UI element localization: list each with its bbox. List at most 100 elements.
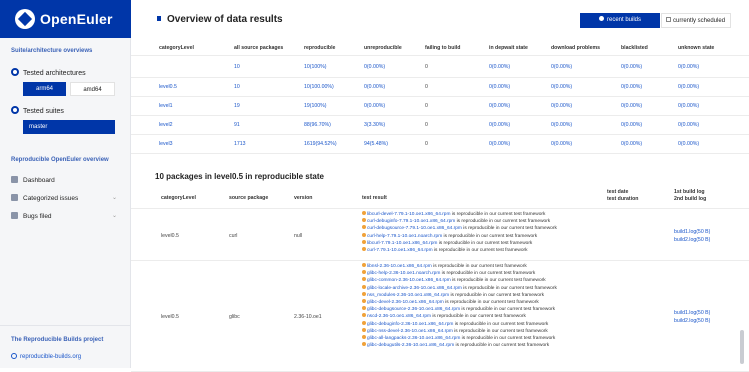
package-file-link[interactable]: curl-debuginfo-7.79.1-10.oe1.x86_64.rpm (367, 219, 455, 224)
table-cell[interactable]: 0(0.00%) (678, 103, 699, 109)
package-file-icon (362, 246, 366, 251)
test-result-item: curl-7.79.1-10.oe1.x86_64.rpm is reprodu… (362, 246, 557, 254)
table-cell[interactable]: 91 (234, 122, 240, 128)
arch-button-amd64[interactable]: amd64 (70, 82, 115, 96)
tab-currently-scheduled[interactable]: currently scheduled (661, 13, 731, 28)
radio-icon (11, 68, 19, 76)
package-file-icon (362, 298, 366, 303)
nav-item-bugs-filed[interactable]: Bugs filed ⌄ (11, 212, 126, 220)
table-cell[interactable]: 0(0.00%) (551, 141, 572, 147)
table-cell[interactable]: 0(0.00%) (489, 141, 510, 147)
tab-recent-builds[interactable]: recent builds (580, 13, 660, 28)
packages-title: 10 packages in level0.5 in reproducible … (155, 172, 324, 181)
test-result-item: libcurl-7.79.1-10.oe1.x86_64.rpm is repr… (362, 239, 557, 247)
table-cell[interactable]: 10(100.00%) (304, 84, 334, 90)
package-file-link[interactable]: libnsl-2.36-10.oe1.x86_64.rpm (367, 264, 432, 269)
table-cell[interactable]: 0(0.00%) (551, 103, 572, 109)
table-cell[interactable]: 0(0.00%) (621, 84, 642, 90)
table-cell[interactable]: 0(0.00%) (551, 122, 572, 128)
reproducible-status-text: is reproducible in our current test fram… (442, 233, 538, 239)
table-cell[interactable]: 88(96.70%) (304, 122, 331, 128)
table-cell[interactable]: 0(0.00%) (364, 103, 385, 109)
build2-log-link[interactable]: build2.log(50 B) (674, 237, 710, 243)
footer-link[interactable]: reproducible-builds.org (11, 353, 81, 360)
reproducible-status-text: is reproducible in our current test fram… (453, 321, 549, 327)
category-level-cell[interactable]: level1 (159, 103, 173, 109)
package-file-link[interactable]: nss_modules-2.36-10.oe1.x86_64.rpm (367, 293, 449, 298)
package-file-icon (362, 225, 366, 230)
table-cell[interactable]: 0(0.00%) (621, 141, 642, 147)
package-file-link[interactable]: glibc-debuginfo-2.36-10.oe1.x86_64.rpm (367, 322, 453, 327)
reproducible-status-text: is reproducible in our current test fram… (437, 240, 533, 246)
column-header: version (294, 195, 313, 201)
table-cell[interactable]: 1713 (234, 141, 246, 147)
table-cell[interactable]: 0(0.00%) (621, 103, 642, 109)
package-file-link[interactable]: glibc-locale-archive-2.36-10.oe1.x86_64.… (367, 286, 462, 291)
package-file-icon (362, 239, 366, 244)
package-file-link[interactable]: glibc-debugutils-2.36-10.oe1.x86_64.rpm (367, 343, 454, 348)
package-file-link[interactable]: glibc-devel-2.36-10.oe1.x86_64.rpm (367, 300, 444, 305)
nav-item-dashboard[interactable]: Dashboard (11, 176, 126, 184)
test-result-item: glibc-debugutils-2.36-10.oe1.x86_64.rpm … (362, 342, 557, 349)
table-cell[interactable]: 0(0.00%) (489, 103, 510, 109)
reproducible-status-text: is reproducible in our current test fram… (443, 299, 539, 305)
package-file-link[interactable]: libcurl-devel-7.79.1-10.oe1.x86_64.rpm (367, 212, 450, 217)
package-file-link[interactable]: libcurl-7.79.1-10.oe1.x86_64.rpm (367, 241, 437, 246)
table-cell[interactable]: 0(0.00%) (489, 84, 510, 90)
table-cell[interactable]: 0(0.00%) (551, 84, 572, 90)
package-file-link[interactable]: glibc-all-langpacks-2.36-10.oe1.x86_64.r… (367, 336, 460, 341)
suite-button-master[interactable]: master (23, 120, 115, 134)
radio-icon (11, 106, 19, 114)
build1-log-link[interactable]: build1.log(50 B) (674, 229, 710, 235)
table-cell[interactable]: 0(0.00%) (364, 64, 385, 70)
category-level-cell[interactable]: level2 (159, 122, 173, 128)
arch-button-arm64[interactable]: arm64 (23, 82, 66, 96)
table-cell[interactable]: 19 (234, 103, 240, 109)
table-cell[interactable]: 0(0.00%) (489, 122, 510, 128)
table-cell[interactable]: 0(0.00%) (364, 84, 385, 90)
tested-suites-label: Tested suites (11, 106, 64, 115)
table-cell[interactable]: 10(100%) (304, 64, 327, 70)
column-header: unreproducible (364, 45, 402, 51)
test-result-item: glibc-devel-2.36-10.oe1.x86_64.rpm is re… (362, 298, 557, 306)
package-file-icon (362, 306, 366, 311)
tested-architectures-label: Tested architectures (11, 68, 86, 77)
table-row: 10 10(100%) 0(0.00%) 0 0(0.00%) 0(0.00%) 0(0.0… (131, 58, 749, 78)
package-file-icon (362, 277, 366, 282)
package-file-link[interactable]: glibc-help-2.36-10.oe1.noarch.rpm (367, 271, 440, 276)
table-cell[interactable]: 0(0.00%) (678, 141, 699, 147)
footer-title: The Reproducible Builds project (11, 337, 104, 343)
table-cell[interactable]: 10 (234, 64, 240, 70)
app-logo[interactable]: OpenEuler (0, 0, 131, 38)
build2-log-link[interactable]: build2.log(50 B) (674, 318, 710, 324)
table-cell[interactable]: 0(0.00%) (621, 122, 642, 128)
package-file-link[interactable]: curl-help-7.79.1-10.oe1.noarch.rpm (367, 234, 442, 239)
table-cell[interactable]: 1619(94.52%) (304, 141, 337, 147)
package-file-link[interactable]: glibc-nss-devel-2.36-10.oe1.x86_64.rpm (367, 329, 453, 334)
table-cell[interactable]: 0(0.00%) (678, 64, 699, 70)
reproducible-status-text: is reproducible in our current test fram… (440, 271, 536, 277)
table-cell[interactable]: 10 (234, 84, 240, 90)
table-cell[interactable]: 94(5.48%) (364, 141, 388, 147)
category-level-cell[interactable]: level0.5 (159, 84, 177, 90)
package-file-link[interactable]: nscd-2.36-10.oe1.x86_64.rpm (367, 314, 431, 319)
table-cell[interactable]: 0(0.00%) (678, 84, 699, 90)
package-file-link[interactable]: glibc-common-2.36-10.oe1.x86_64.rpm (367, 278, 451, 283)
table-cell: 0 (425, 64, 428, 70)
build1-log-link[interactable]: build1.log(50 B) (674, 310, 710, 316)
table-cell[interactable]: 0(0.00%) (551, 64, 572, 70)
scrollbar[interactable] (740, 330, 744, 364)
category-level-cell[interactable]: level3 (159, 141, 173, 147)
nav-item-categorized-issues[interactable]: Categorized issues ⌄ (11, 194, 126, 202)
table-cell[interactable]: 0(0.00%) (621, 64, 642, 70)
column-header: download problems (551, 45, 600, 51)
table-cell[interactable]: 3(3.30%) (364, 122, 385, 128)
package-file-link[interactable]: curl-debugsource-7.79.1-10.oe1.x86_64.rp… (367, 226, 462, 231)
package-file-link[interactable]: glibc-debugsource-2.36-10.oe1.x86_64.rpm (367, 307, 460, 312)
app-name: OpenEuler (40, 11, 113, 27)
table-cell[interactable]: 0(0.00%) (489, 64, 510, 70)
test-result-item: glibc-locale-archive-2.36-10.oe1.x86_64.… (362, 284, 557, 292)
table-cell[interactable]: 0(0.00%) (678, 122, 699, 128)
package-file-link[interactable]: curl-7.79.1-10.oe1.x86_64.rpm (367, 248, 433, 253)
table-cell[interactable]: 19(100%) (304, 103, 327, 109)
